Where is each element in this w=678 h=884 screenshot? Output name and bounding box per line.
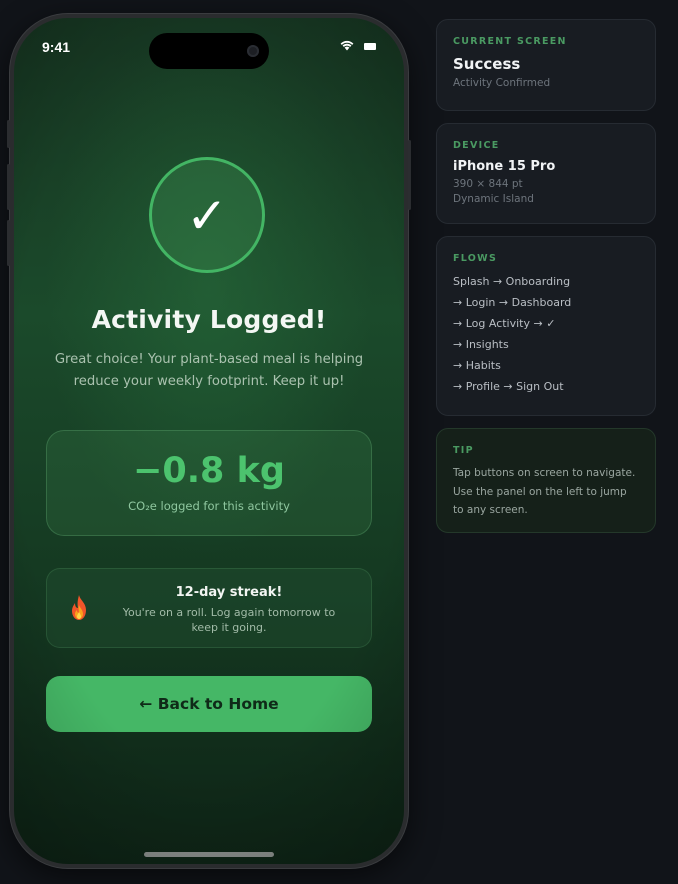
volume-up-button: [7, 164, 10, 210]
flow-item-log-activity[interactable]: → Log Activity → ✓: [453, 313, 639, 334]
co2-impact-value: −0.8 kg: [133, 451, 285, 491]
success-subtitle: Great choice! Your plant-based meal is h…: [54, 352, 364, 389]
device-label: DEVICE: [453, 140, 500, 151]
device-detail: Dynamic Island: [453, 193, 534, 205]
power-button: [408, 140, 411, 210]
home-indicator[interactable]: [144, 852, 274, 857]
dynamic-island: [149, 33, 269, 69]
flow-item-profile[interactable]: → Profile → Sign Out: [453, 376, 639, 397]
current-screen-name: Success: [453, 55, 521, 73]
status-time: 9:41: [42, 39, 71, 55]
tip-text: Tap buttons on screen to navigate. Use t…: [453, 467, 636, 516]
tip-panel: TIP Tap buttons on screen to navigate. U…: [436, 428, 656, 533]
co2-impact-card: −0.8 kg CO₂e logged for this activity: [46, 430, 372, 536]
success-check-circle: ✓: [149, 157, 265, 273]
co2-impact-label: CO₂e logged for this activity: [128, 499, 290, 513]
phone-screen: 9:41 ✓ Activity Logged! Great choice! Yo…: [14, 18, 404, 864]
back-to-home-button[interactable]: ← Back to Home: [46, 676, 372, 732]
device-name: iPhone 15 Pro: [453, 159, 556, 174]
flows-panel: FLOWS Splash → Onboarding → Login → Dash…: [436, 236, 656, 416]
flows-label: FLOWS: [453, 253, 498, 264]
action-button: [7, 120, 10, 148]
app-canvas: 9:41 ✓ Activity Logged! Great choice! Yo…: [0, 0, 678, 884]
current-screen-panel: CURRENT SCREEN Success Activity Confirme…: [436, 19, 656, 111]
flow-item-insights[interactable]: → Insights: [453, 334, 639, 355]
battery-icon: [364, 43, 376, 50]
camera-icon: [247, 45, 259, 57]
flow-item-login[interactable]: → Login → Dashboard: [453, 292, 639, 313]
streak-card: 12-day streak! You're on a roll. Log aga…: [46, 568, 372, 648]
current-screen-detail: Activity Confirmed: [453, 77, 551, 89]
phone-frame: 9:41 ✓ Activity Logged! Great choice! Yo…: [7, 14, 411, 868]
device-resolution: 390 × 844 pt: [453, 178, 523, 190]
flow-item-splash[interactable]: Splash → Onboarding: [453, 271, 639, 292]
device-panel: DEVICE iPhone 15 Pro 390 × 844 pt Dynami…: [436, 123, 656, 224]
streak-title: 12-day streak!: [175, 585, 283, 600]
wifi-icon: [340, 40, 354, 51]
streak-text: You're on a roll. Log again tomorrow to …: [122, 606, 336, 634]
checkmark-icon: ✓: [186, 187, 228, 245]
fire-icon: [72, 595, 86, 620]
status-bar: 9:41: [14, 18, 404, 74]
flow-item-habits[interactable]: → Habits: [453, 355, 639, 376]
volume-down-button: [7, 220, 10, 266]
success-title: Activity Logged!: [91, 305, 327, 334]
tip-label: TIP: [453, 445, 474, 456]
current-screen-label: CURRENT SCREEN: [453, 36, 567, 47]
flows-list: Splash → Onboarding → Login → Dashboard …: [453, 271, 639, 397]
